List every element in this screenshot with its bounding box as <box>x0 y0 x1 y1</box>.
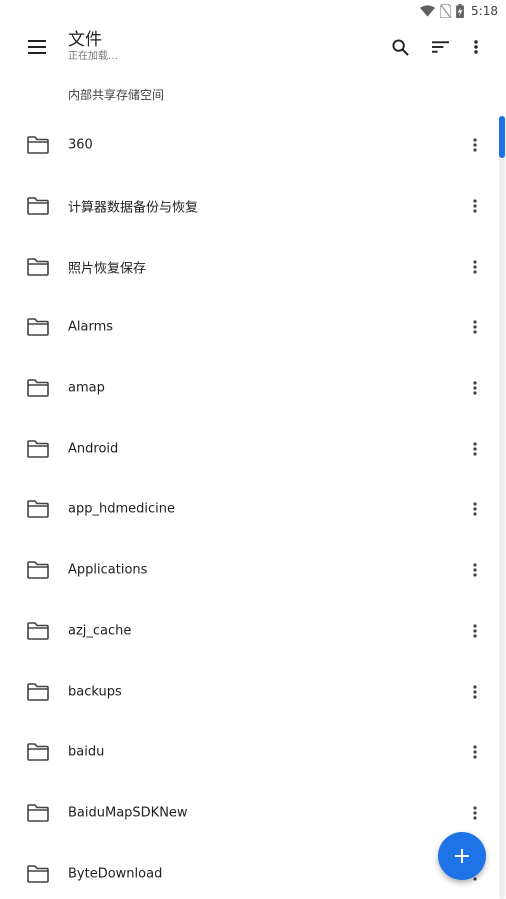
more-vert-icon <box>473 684 477 699</box>
more-vert-icon <box>473 745 477 759</box>
more-vert-icon <box>473 199 477 213</box>
file-name: Applications <box>68 562 148 578</box>
folder-icon <box>27 136 49 155</box>
more-vert-icon <box>474 40 478 54</box>
item-more-button[interactable] <box>465 193 485 219</box>
file-name: baidu <box>68 744 105 760</box>
item-more-button[interactable] <box>465 496 485 522</box>
item-more-button[interactable] <box>465 679 485 705</box>
more-vert-icon <box>473 442 477 456</box>
file-name: ByteDownload <box>68 866 163 882</box>
folder-icon <box>27 500 49 519</box>
item-more-button[interactable] <box>465 557 485 583</box>
file-name: backups <box>68 684 122 700</box>
file-name: 照片恢复保存 <box>68 261 147 277</box>
item-more-button[interactable] <box>465 739 485 765</box>
folder-icon <box>27 257 49 276</box>
loading-subtitle: 正在加载… <box>68 51 118 62</box>
menu-button[interactable] <box>20 33 54 61</box>
menu-icon <box>28 40 46 54</box>
folder-icon <box>27 622 49 640</box>
add-fab-button[interactable] <box>438 832 486 880</box>
folder-icon <box>27 864 49 883</box>
item-more-button[interactable] <box>465 618 485 644</box>
file-list-item[interactable]: 计算器数据备份与恢复 <box>0 176 506 237</box>
battery-charging-icon <box>456 4 464 18</box>
item-more-button[interactable] <box>465 375 485 401</box>
item-more-button[interactable] <box>465 436 485 462</box>
more-vert-icon <box>473 138 477 152</box>
folder-icon <box>27 743 49 762</box>
file-name: 计算器数据备份与恢复 <box>68 200 199 216</box>
file-list-item[interactable]: ByteDownload <box>0 843 506 899</box>
more-vert-icon <box>473 563 477 577</box>
no-sim-icon <box>440 4 452 18</box>
file-list-item[interactable]: azj_cache <box>0 601 506 662</box>
folder-icon <box>27 439 49 458</box>
sort-icon <box>431 41 449 53</box>
more-vert-icon <box>473 806 477 820</box>
folder-icon <box>27 804 49 822</box>
file-name: app_hdmedicine <box>68 501 175 517</box>
file-list-item[interactable]: BaiduMapSDKNew <box>0 783 506 844</box>
more-vert-icon <box>473 624 477 638</box>
file-name: Android <box>68 441 119 457</box>
file-name: BaiduMapSDKNew <box>68 805 188 821</box>
folder-icon <box>27 379 49 397</box>
file-name: 360 <box>68 137 93 153</box>
app-bar: 文件 正在加载… <box>0 22 506 72</box>
file-list-item[interactable]: app_hdmedicine <box>0 479 506 540</box>
folder-icon <box>27 561 49 579</box>
item-more-button[interactable] <box>465 254 485 280</box>
item-more-button[interactable] <box>465 314 485 340</box>
more-vert-icon <box>473 502 477 517</box>
item-more-button[interactable] <box>465 132 485 158</box>
breadcrumb[interactable]: 内部共享存储空间 <box>68 86 164 103</box>
file-list-item[interactable]: Android <box>0 418 506 479</box>
more-vert-icon <box>473 320 477 335</box>
sort-button[interactable] <box>425 33 455 61</box>
file-list: 360 计算器数据备份与恢复 照片恢复保存 Alarms amap Androi… <box>0 115 506 899</box>
file-list-item[interactable]: 360 <box>0 115 506 176</box>
folder-icon <box>27 318 49 337</box>
file-name: Alarms <box>68 319 114 335</box>
scrollbar-track[interactable] <box>499 116 505 899</box>
status-time: 5:18 <box>471 4 498 18</box>
folder-icon <box>27 682 49 701</box>
file-list-item[interactable]: baidu <box>0 722 506 783</box>
file-list-item[interactable]: Applications <box>0 540 506 601</box>
file-list-item[interactable]: 照片恢复保存 <box>0 236 506 297</box>
search-icon <box>391 38 409 56</box>
file-manager-screen: 5:18 文件 正在加载… 内部共享存储空间 360 计算器数据备份与恢复 照片… <box>0 0 506 899</box>
page-title: 文件 <box>68 30 102 50</box>
file-name: azj_cache <box>68 623 132 639</box>
more-vert-icon <box>473 260 477 274</box>
search-button[interactable] <box>385 33 415 61</box>
title-block: 文件 正在加载… <box>68 30 118 64</box>
file-list-item[interactable]: Alarms <box>0 297 506 358</box>
item-more-button[interactable] <box>465 800 485 826</box>
wifi-icon <box>420 5 436 17</box>
add-icon <box>455 849 469 863</box>
overflow-menu-button[interactable] <box>461 33 491 61</box>
status-bar: 5:18 <box>0 0 506 22</box>
scrollbar-thumb[interactable] <box>499 116 505 158</box>
more-vert-icon <box>473 381 477 395</box>
folder-icon <box>27 197 49 215</box>
file-list-item[interactable]: backups <box>0 661 506 722</box>
file-name: amap <box>68 380 105 396</box>
file-list-item[interactable]: amap <box>0 358 506 419</box>
